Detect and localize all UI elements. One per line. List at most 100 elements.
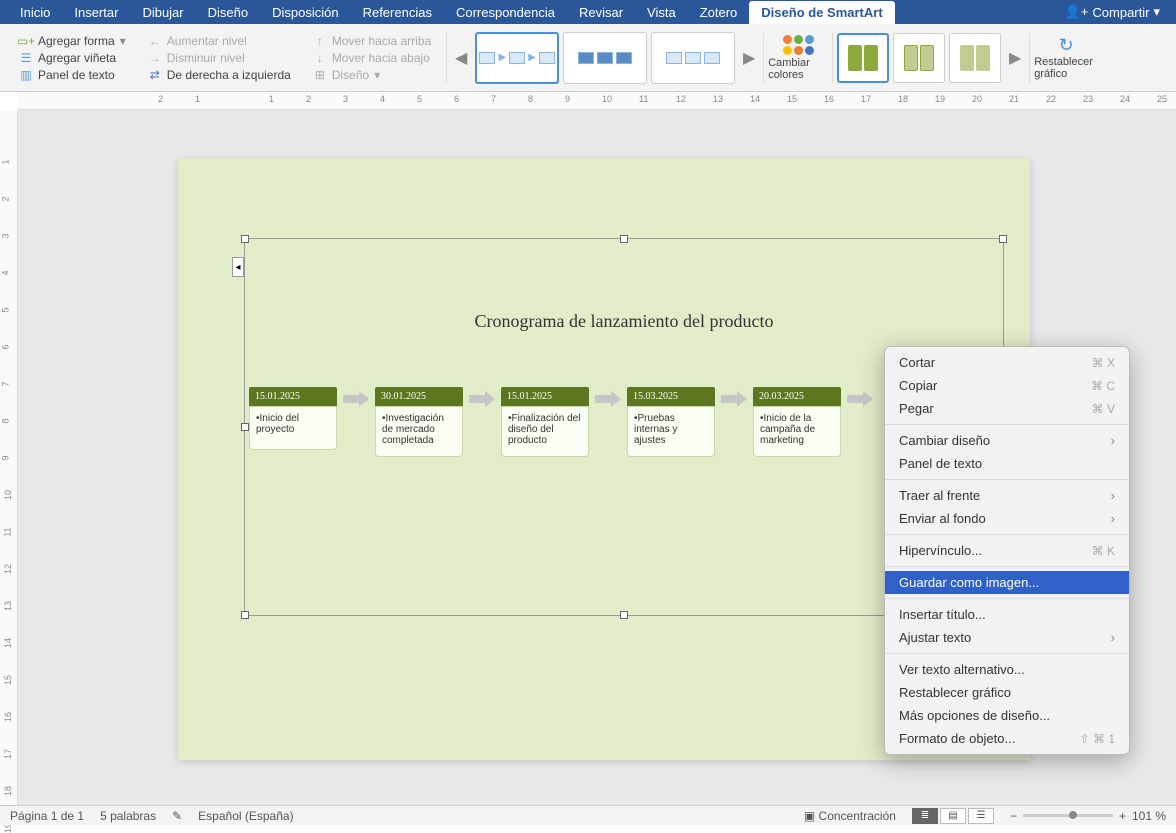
change-colors-button[interactable]: Cambiar colores xyxy=(768,35,828,81)
context-menu-item[interactable]: Cambiar diseño› xyxy=(885,429,1129,452)
move-down-label: Mover hacia abajo xyxy=(332,51,430,65)
timeline-node[interactable]: 30.01.2025Investigación de mercado compl… xyxy=(375,387,463,457)
tab-correspondencia[interactable]: Correspondencia xyxy=(444,1,567,24)
reset-graphic-button[interactable]: ↻ Restablecer gráfico xyxy=(1034,35,1098,80)
context-menu-label: Cambiar diseño xyxy=(899,433,990,448)
context-menu-item[interactable]: Traer al frente› xyxy=(885,484,1129,507)
style-thumb-3[interactable] xyxy=(949,33,1001,83)
share-label: Compartir xyxy=(1092,5,1149,20)
zoom-slider[interactable] xyxy=(1023,814,1113,817)
zoom-in[interactable]: + xyxy=(1119,809,1126,823)
page-indicator[interactable]: Página 1 de 1 xyxy=(10,809,84,823)
layout-menu-label: Diseño xyxy=(332,68,369,82)
context-menu-item[interactable]: Pegar⌘ V xyxy=(885,397,1129,420)
context-menu-item[interactable]: Guardar como imagen... xyxy=(885,571,1129,594)
style-thumb-2[interactable] xyxy=(893,33,945,83)
zoom-control: − + 101 % xyxy=(1010,809,1166,823)
gallery-next[interactable]: ▶ xyxy=(739,48,759,68)
add-bullet-button[interactable]: ☰Agregar viñeta xyxy=(16,50,129,66)
context-menu: Cortar⌘ XCopiar⌘ CPegar⌘ V Cambiar diseño… xyxy=(884,346,1130,755)
rtl-button[interactable]: ⇄De derecha a izquierda xyxy=(145,67,294,83)
style-next[interactable]: ▶ xyxy=(1005,48,1025,68)
view-outline[interactable]: ☰ xyxy=(968,808,994,824)
language-indicator[interactable]: Español (España) xyxy=(198,809,293,823)
add-shape-button[interactable]: ▭+Agregar forma▾ xyxy=(16,33,129,49)
context-menu-label: Restablecer gráfico xyxy=(899,685,1011,700)
context-menu-label: Enviar al fondo xyxy=(899,511,986,526)
timeline-node[interactable]: 15.03.2025Pruebas internas y ajustes xyxy=(627,387,715,457)
tab-zotero[interactable]: Zotero xyxy=(688,1,750,24)
tab-smartart-design[interactable]: Diseño de SmartArt xyxy=(749,1,894,24)
resize-handle[interactable] xyxy=(999,235,1007,243)
context-menu-item[interactable]: Cortar⌘ X xyxy=(885,351,1129,374)
chevron-right-icon: › xyxy=(1111,630,1115,645)
tab-diseno[interactable]: Diseño xyxy=(196,1,260,24)
view-web[interactable]: ▤ xyxy=(940,808,966,824)
layout-thumb-1[interactable]: ▶▶ xyxy=(475,32,559,84)
layout-thumb-3[interactable] xyxy=(651,32,735,84)
resize-handle[interactable] xyxy=(620,611,628,619)
promote-label: Aumentar nivel xyxy=(167,34,247,48)
context-menu-item[interactable]: Hipervínculo...⌘ K xyxy=(885,539,1129,562)
timeline-node[interactable]: 15.01.2025Finalización del diseño del pr… xyxy=(501,387,589,457)
context-menu-item[interactable]: Formato de objeto...⇧ ⌘ 1 xyxy=(885,727,1129,750)
context-menu-item[interactable]: Más opciones de diseño... xyxy=(885,704,1129,727)
tab-disposicion[interactable]: Disposición xyxy=(260,1,350,24)
focus-mode-button[interactable]: ▣ Concentración xyxy=(804,809,896,823)
change-colors-label: Cambiar colores xyxy=(768,57,828,81)
bullet-icon: ☰ xyxy=(19,51,33,65)
context-menu-item[interactable]: Ver texto alternativo... xyxy=(885,658,1129,681)
tab-referencias[interactable]: Referencias xyxy=(351,1,444,24)
chevron-right-icon: › xyxy=(1111,511,1115,526)
resize-handle[interactable] xyxy=(241,235,249,243)
context-menu-item[interactable]: Insertar título... xyxy=(885,603,1129,626)
resize-handle[interactable] xyxy=(241,611,249,619)
layout-icon: ⊞ xyxy=(313,68,327,82)
arrow-right-icon: → xyxy=(148,51,162,65)
gallery-prev[interactable]: ◀ xyxy=(451,48,471,68)
arrow-up-icon: ↑ xyxy=(313,34,327,48)
move-up-button[interactable]: ↑Mover hacia arriba xyxy=(310,33,434,49)
ribbon: ▭+Agregar forma▾ ☰Agregar viñeta ▥Panel … xyxy=(0,24,1176,92)
context-menu-item[interactable]: Ajustar texto › xyxy=(885,626,1129,649)
tab-revisar[interactable]: Revisar xyxy=(567,1,635,24)
view-print[interactable]: ≣ xyxy=(912,808,938,824)
layout-thumb-2[interactable] xyxy=(563,32,647,84)
context-menu-label: Traer al frente xyxy=(899,488,980,503)
shortcut-label: ⌘ V xyxy=(1092,402,1115,416)
resize-handle[interactable] xyxy=(620,235,628,243)
context-menu-item[interactable]: Copiar⌘ C xyxy=(885,374,1129,397)
node-body: Investigación de mercado completada xyxy=(375,406,463,457)
context-menu-label: Hipervínculo... xyxy=(899,543,982,558)
spellcheck-icon[interactable]: ✎ xyxy=(172,809,182,823)
context-menu-label: Ver texto alternativo... xyxy=(899,662,1025,677)
context-menu-label: Ajustar texto xyxy=(899,630,971,645)
statusbar: Página 1 de 1 5 palabras ✎ Español (Espa… xyxy=(0,805,1176,825)
text-pane-button[interactable]: ▥Panel de texto xyxy=(16,67,129,83)
tab-insertar[interactable]: Insertar xyxy=(62,1,130,24)
context-menu-item[interactable]: Restablecer gráfico xyxy=(885,681,1129,704)
word-count[interactable]: 5 palabras xyxy=(100,809,156,823)
move-down-button[interactable]: ↓Mover hacia abajo xyxy=(310,50,434,66)
context-menu-item[interactable]: Enviar al fondo › xyxy=(885,507,1129,530)
node-body: Finalización del diseño del producto xyxy=(501,406,589,457)
zoom-value[interactable]: 101 % xyxy=(1132,809,1166,823)
share-button[interactable]: 👤+ Compartir ▾ xyxy=(1057,4,1168,20)
style-thumb-1[interactable] xyxy=(837,33,889,83)
tab-dibujar[interactable]: Dibujar xyxy=(130,1,195,24)
context-menu-item[interactable]: Panel de texto xyxy=(885,452,1129,475)
textpane-toggle[interactable]: ◂ xyxy=(232,257,244,277)
arrow-icon xyxy=(841,387,879,407)
timeline-node[interactable]: 15.01.2025Inicio del proyecto xyxy=(249,387,337,450)
tab-vista[interactable]: Vista xyxy=(635,1,688,24)
zoom-out[interactable]: − xyxy=(1010,809,1017,823)
resize-handle[interactable] xyxy=(241,423,249,431)
timeline-node[interactable]: 20.03.2025Inicio de la campaña de market… xyxy=(753,387,841,457)
demote-button[interactable]: →Disminuir nivel xyxy=(145,50,294,66)
layout-menu[interactable]: ⊞Diseño▾ xyxy=(310,67,434,83)
node-body: Inicio de la campaña de marketing xyxy=(753,406,841,457)
arrow-left-icon: ← xyxy=(148,34,162,48)
tab-inicio[interactable]: Inicio xyxy=(8,1,62,24)
promote-button[interactable]: ← Aumentar nivel xyxy=(145,33,294,49)
shortcut-label: ⇧ ⌘ 1 xyxy=(1080,732,1115,746)
